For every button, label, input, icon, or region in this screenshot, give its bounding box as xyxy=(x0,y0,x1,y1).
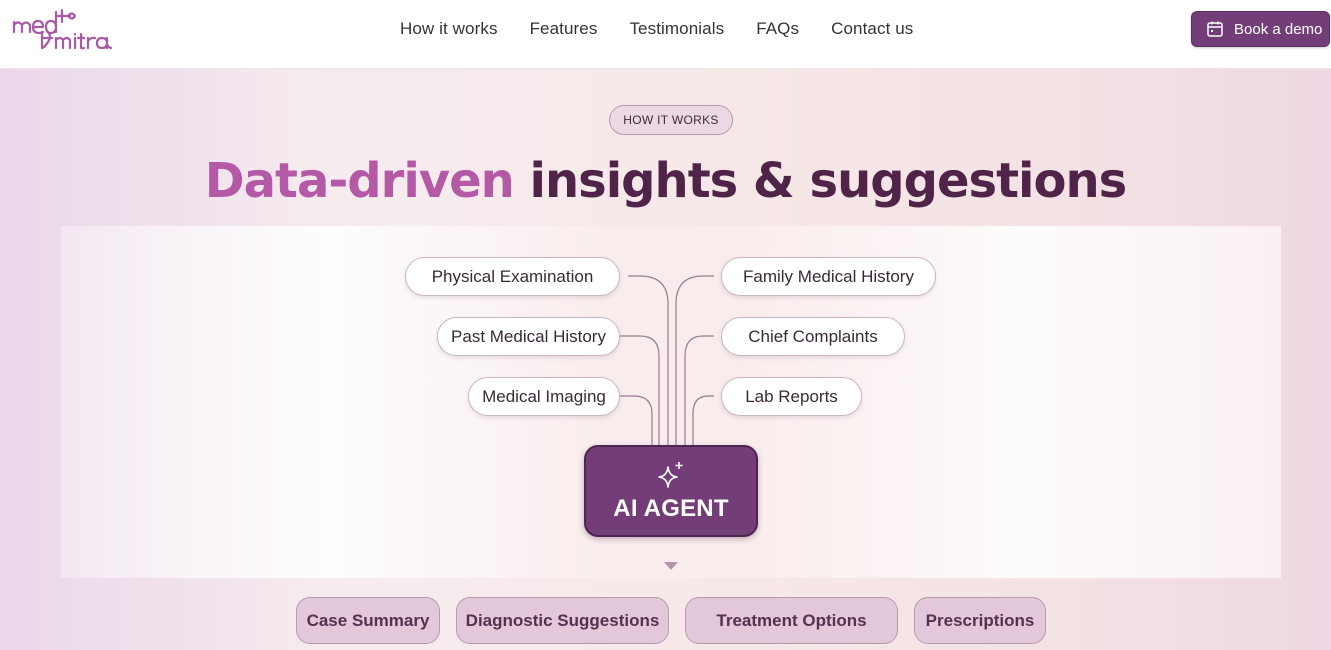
input-past-medical-history: Past Medical History xyxy=(437,317,620,356)
output-case-summary: Case Summary xyxy=(296,597,440,644)
ai-agent-label: AI AGENT xyxy=(613,495,729,522)
input-lab-reports: Lab Reports xyxy=(721,377,862,416)
page: How it works Features Testimonials FAQs … xyxy=(0,0,1331,650)
down-arrow-icon xyxy=(664,562,678,570)
output-prescriptions: Prescriptions xyxy=(914,597,1046,644)
input-physical-examination: Physical Examination xyxy=(405,257,620,296)
input-medical-imaging: Medical Imaging xyxy=(468,377,620,416)
outputs-row: Case Summary Diagnostic Suggestions Trea… xyxy=(0,597,1331,645)
input-family-medical-history: Family Medical History xyxy=(721,257,936,296)
connector-lines xyxy=(620,275,714,445)
sparkles-icon xyxy=(655,459,687,491)
output-diagnostic-suggestions: Diagnostic Suggestions xyxy=(456,597,669,644)
ai-agent-box: AI AGENT xyxy=(584,445,758,537)
input-chief-complaints: Chief Complaints xyxy=(721,317,905,356)
output-treatment-options: Treatment Options xyxy=(685,597,898,644)
